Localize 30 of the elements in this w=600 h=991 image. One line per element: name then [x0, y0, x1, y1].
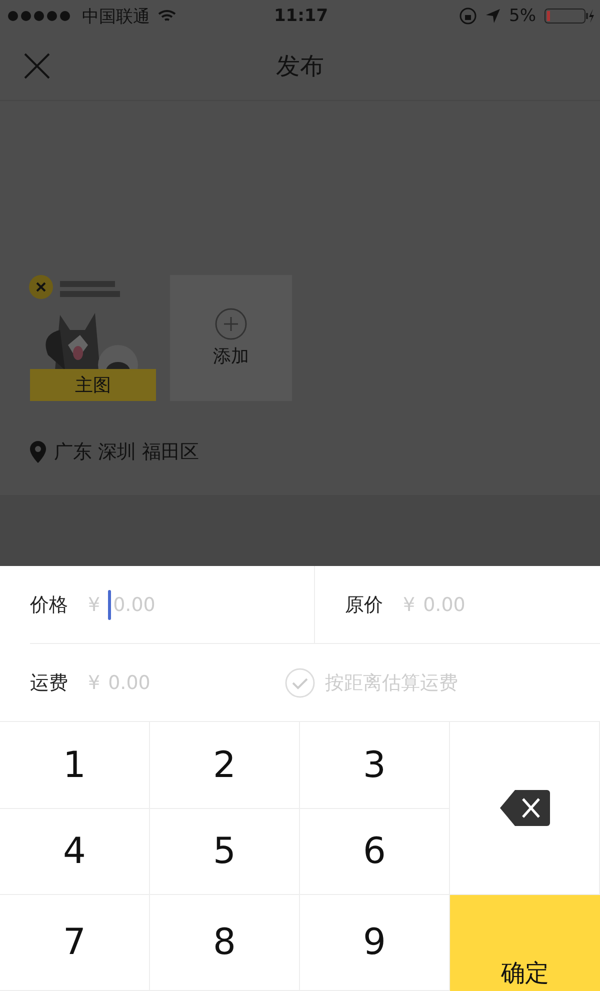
- close-icon[interactable]: [24, 53, 50, 79]
- delete-key[interactable]: [450, 722, 600, 895]
- estimate-checkbox[interactable]: [285, 668, 315, 698]
- location-pin-icon: [30, 441, 46, 463]
- rotation-lock-icon: [459, 7, 478, 25]
- page-title: 发布: [276, 51, 324, 82]
- digit-key[interactable]: 1: [0, 722, 150, 809]
- location-arrow-icon: [485, 8, 502, 24]
- digit-key[interactable]: 6: [300, 809, 450, 895]
- main-photo-label: 主图: [30, 369, 156, 401]
- digit-key[interactable]: 3: [300, 722, 450, 809]
- plus-icon: [215, 308, 247, 340]
- location-text: 广东 深圳 福田区: [54, 440, 200, 465]
- battery-percent: 5%: [509, 6, 536, 26]
- carrier-name: 中国联通: [82, 6, 150, 28]
- wifi-icon: [158, 9, 176, 23]
- battery-icon: [544, 8, 594, 24]
- digit-key[interactable]: 5: [150, 809, 300, 895]
- close-icon: [36, 282, 46, 292]
- field-label: 运费: [30, 670, 68, 696]
- backspace-icon: [498, 788, 550, 828]
- clock-time: 11:17: [274, 6, 328, 26]
- digit-key[interactable]: 2: [150, 722, 300, 809]
- digit-key[interactable]: 4: [0, 809, 150, 895]
- digit-key[interactable]: 7: [0, 895, 150, 991]
- digit-key[interactable]: 9: [300, 895, 450, 991]
- digit-key[interactable]: 8: [150, 895, 300, 991]
- field-label: 价格: [30, 592, 68, 618]
- confirm-key[interactable]: 确定: [450, 895, 600, 991]
- field-label: 原价: [345, 592, 383, 618]
